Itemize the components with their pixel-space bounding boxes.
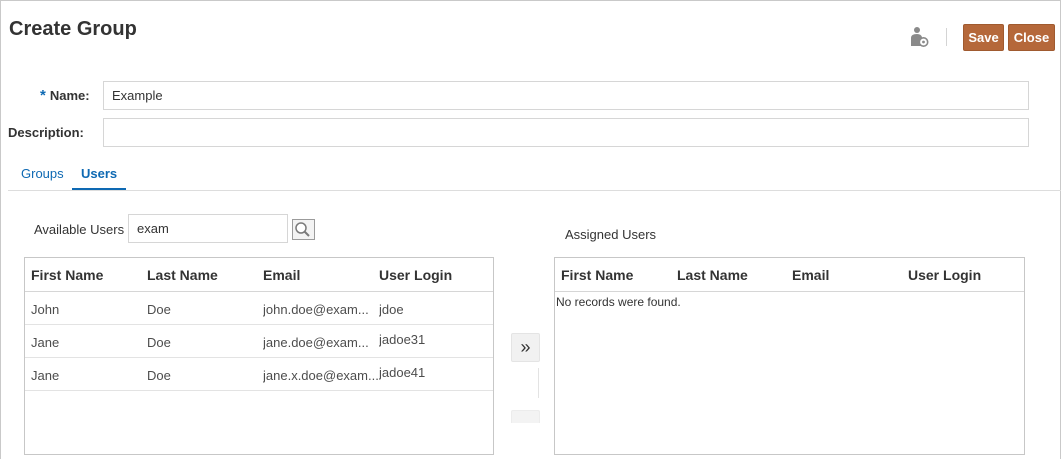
description-field[interactable]: [103, 118, 1029, 147]
tab-divider: [8, 190, 1061, 191]
cell-email: jane.x.doe@exam...: [263, 368, 379, 383]
table-row[interactable]: Jane Doe jane.doe@exam... jadoe31: [25, 325, 493, 358]
tab-users[interactable]: Users: [81, 166, 117, 181]
cell-last-name: Doe: [147, 302, 171, 317]
magnifier-icon: [295, 222, 310, 237]
cell-user-login: jadoe41: [379, 365, 426, 380]
tab-bar: Groups Users: [0, 160, 1061, 191]
column-header-email[interactable]: Email: [263, 267, 300, 283]
move-left-button[interactable]: [511, 410, 540, 423]
table-row[interactable]: Jane Doe jane.x.doe@exam... jadoe41: [25, 358, 493, 391]
double-chevron-right-icon: »: [520, 337, 531, 357]
toolbar-divider: [946, 28, 947, 46]
required-marker: *: [40, 87, 46, 104]
table-header: First Name Last Name Email User Login: [25, 258, 493, 292]
cell-email: jane.doe@exam...: [263, 335, 369, 350]
close-button[interactable]: Close: [1008, 24, 1055, 51]
column-header-email[interactable]: Email: [792, 267, 829, 283]
cell-email: john.doe@exam...: [263, 302, 369, 317]
table-row[interactable]: John Doe john.doe@exam... jdoe: [25, 292, 493, 325]
assigned-users-table: First Name Last Name Email User Login No…: [554, 257, 1025, 455]
empty-table-message: No records were found.: [556, 295, 681, 309]
column-header-user-login[interactable]: User Login: [908, 267, 981, 283]
column-header-user-login[interactable]: User Login: [379, 267, 452, 283]
search-button[interactable]: [292, 219, 315, 240]
available-users-table: First Name Last Name Email User Login Jo…: [24, 257, 494, 455]
save-button[interactable]: Save: [963, 24, 1004, 51]
cell-user-login: jadoe31: [379, 332, 426, 347]
user-search-input[interactable]: [128, 214, 288, 243]
column-header-last-name[interactable]: Last Name: [677, 267, 748, 283]
cell-last-name: Doe: [147, 368, 171, 383]
available-users-label: Available Users: [34, 222, 125, 237]
column-header-first-name[interactable]: First Name: [561, 267, 633, 283]
table-header: First Name Last Name Email User Login: [555, 258, 1024, 292]
tab-groups[interactable]: Groups: [21, 166, 64, 181]
cell-first-name: Jane: [31, 335, 60, 350]
page-title: Create Group: [9, 18, 137, 40]
cell-user-login: jdoe: [379, 302, 404, 317]
cell-first-name: Jane: [31, 368, 60, 383]
move-right-button[interactable]: »: [511, 333, 540, 362]
name-field[interactable]: [103, 81, 1029, 110]
description-label: Description:: [8, 125, 84, 140]
assigned-users-label: Assigned Users: [565, 227, 657, 242]
move-buttons-divider: [538, 368, 539, 398]
name-label-text: Name:: [49, 88, 90, 103]
name-label: * Name:: [40, 87, 90, 104]
cell-first-name: John: [31, 302, 60, 317]
cell-last-name: Doe: [147, 335, 171, 350]
user-settings-icon[interactable]: [909, 26, 929, 48]
column-header-last-name[interactable]: Last Name: [147, 267, 218, 283]
column-header-first-name[interactable]: First Name: [31, 267, 103, 283]
